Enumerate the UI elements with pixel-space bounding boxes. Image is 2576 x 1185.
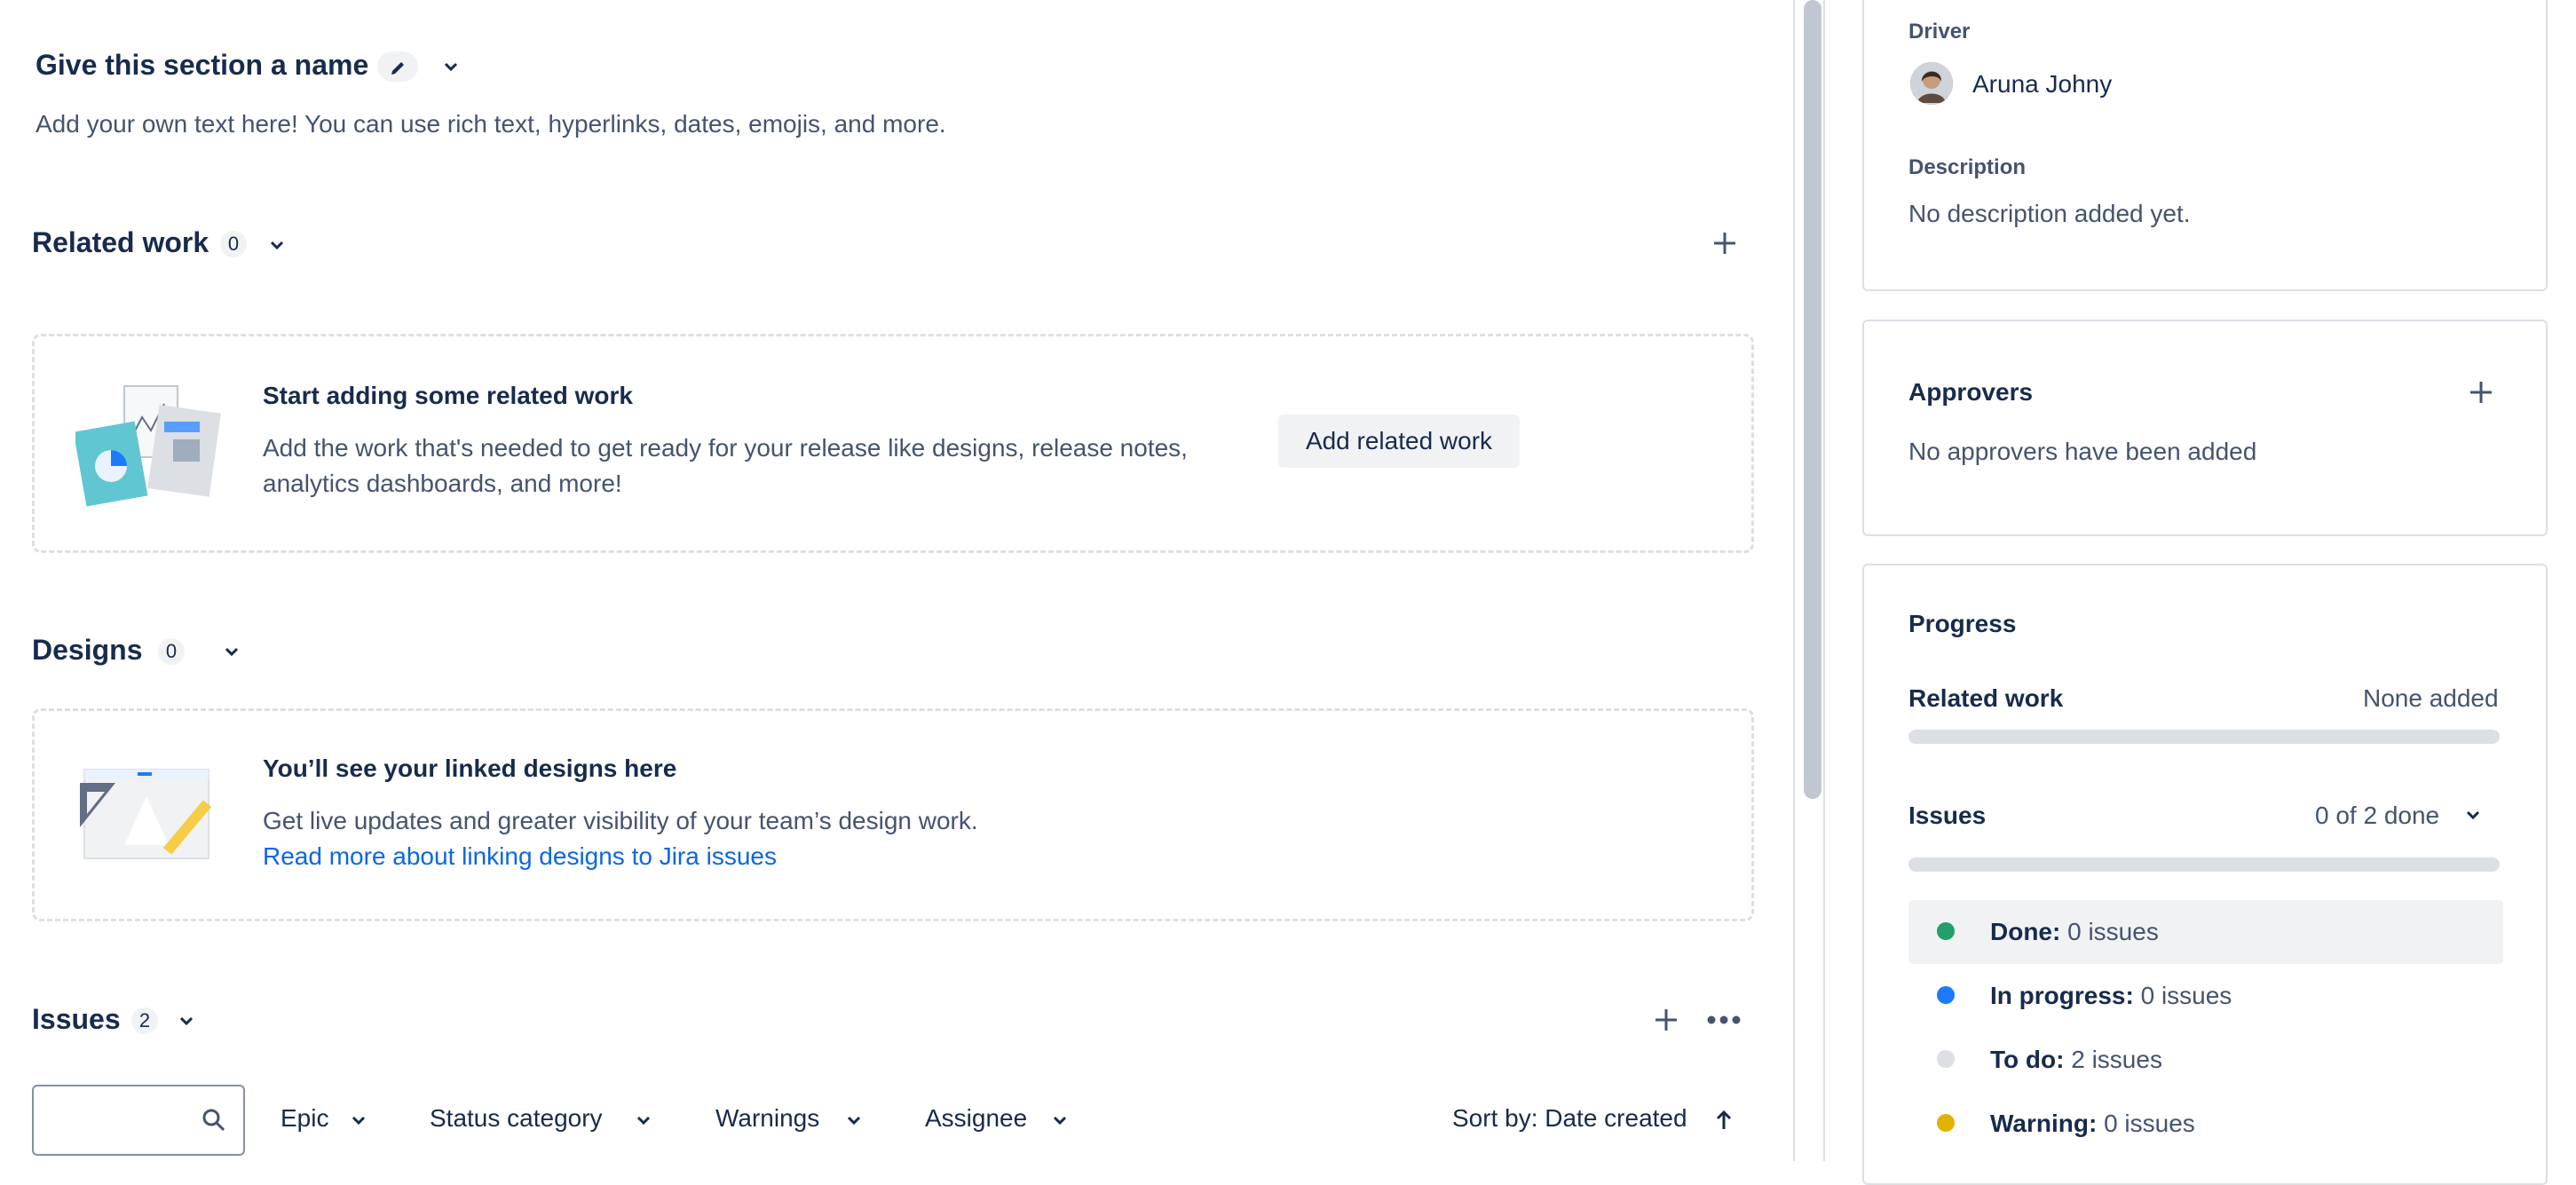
progress-title: Progress <box>1908 610 2017 637</box>
to-do-status-label: To do: <box>1990 1046 2065 1073</box>
filter-assignee[interactable]: Assignee <box>925 1104 1027 1133</box>
add-related-work-button[interactable]: Add related work <box>1278 415 1520 468</box>
designs-chevron-down-icon[interactable] <box>221 641 242 662</box>
done-status-dot <box>1937 922 1955 944</box>
progress-related-work-value: None added <box>2363 684 2499 712</box>
add-issue-plus-icon[interactable] <box>1651 1005 1681 1035</box>
progress-issues-value[interactable]: 0 of 2 done <box>2315 802 2439 830</box>
designs-empty-title: You’ll see your linked designs here <box>263 754 677 782</box>
done-status-value: 0 issues <box>2067 918 2159 945</box>
driver-name[interactable]: Aruna Johny <box>1972 70 2112 99</box>
scrollbar-thumb[interactable] <box>1804 0 1821 799</box>
in-progress-status-dot <box>1937 986 1955 1008</box>
filter-epic[interactable]: Epic <box>281 1104 328 1133</box>
warning-status-dot <box>1937 1114 1955 1136</box>
section-chevron-down-icon[interactable] <box>440 56 462 77</box>
issues-heading: Issues <box>32 1003 121 1035</box>
related-work-heading: Related work <box>32 226 209 258</box>
progress-related-work-label: Related work <box>1908 684 2064 712</box>
add-related-work-plus-icon[interactable] <box>1710 228 1740 258</box>
warning-status-label: Warning: <box>1990 1110 2098 1137</box>
description-label: Description <box>1908 155 2027 179</box>
filter-status-category[interactable]: Status category <box>430 1104 603 1133</box>
filter-warnings-label: Warnings <box>715 1104 820 1132</box>
designs-learn-more-link[interactable]: Read more about linking designs to Jira … <box>263 839 777 874</box>
in-progress-status-text: In progress: 0 issues <box>1990 982 2232 1010</box>
description-value[interactable]: No description added yet. <box>1908 200 2191 228</box>
filter-assignee-chevron-down-icon[interactable] <box>1049 1110 1071 1131</box>
filter-assignee-label: Assignee <box>925 1104 1028 1132</box>
filter-warnings[interactable]: Warnings <box>715 1104 819 1133</box>
sort-button[interactable]: Sort by: Date created <box>1452 1104 1687 1133</box>
driver-label: Driver <box>1908 20 1971 43</box>
search-icon <box>201 1107 227 1134</box>
related-work-empty-title: Start adding some related work <box>263 382 633 409</box>
warning-status-text: Warning: 0 issues <box>1990 1110 2195 1138</box>
more-actions-icon[interactable] <box>1704 1005 1743 1035</box>
designs-illustration <box>75 765 222 863</box>
filter-status-category-label: Status category <box>430 1104 603 1132</box>
divider-right <box>1823 0 1825 1161</box>
related-work-chevron-down-icon[interactable] <box>266 234 288 256</box>
filter-epic-chevron-down-icon[interactable] <box>348 1110 369 1131</box>
to-do-status-dot <box>1937 1050 1955 1072</box>
in-progress-status-label: In progress: <box>1990 982 2134 1009</box>
filter-warnings-chevron-down-icon[interactable] <box>843 1110 865 1131</box>
edit-icon[interactable] <box>377 51 418 82</box>
done-status-label: Done: <box>1990 918 2061 945</box>
designs-heading: Designs <box>32 634 143 666</box>
approvers-panel <box>1862 320 2548 536</box>
related-work-illustration <box>73 377 222 510</box>
avatar <box>1910 62 1953 105</box>
related-work-progress-bar <box>1908 730 2500 744</box>
progress-issues-label: Issues <box>1908 802 1987 829</box>
designs-count-badge: 0 <box>158 638 185 665</box>
to-do-status-value: 2 issues <box>2071 1046 2162 1073</box>
filter-epic-label: Epic <box>281 1104 329 1132</box>
to-do-status-text: To do: 2 issues <box>1990 1046 2162 1074</box>
warning-status-value: 0 issues <box>2104 1110 2195 1137</box>
filter-status-chevron-down-icon[interactable] <box>633 1110 654 1131</box>
divider <box>1793 0 1795 1161</box>
section-title: Give this section a name <box>36 49 369 81</box>
arrow-up-icon[interactable] <box>1713 1108 1734 1133</box>
sort-label: Sort by: Date created <box>1452 1104 1687 1132</box>
section-description[interactable]: Add your own text here! You can use rich… <box>36 107 946 142</box>
related-work-count-badge: 0 <box>220 231 247 257</box>
approvers-empty-text: No approvers have been added <box>1908 438 2257 465</box>
progress-issues-chevron-down-icon[interactable] <box>2462 804 2484 826</box>
in-progress-status-value: 0 issues <box>2140 982 2232 1009</box>
designs-empty-text: Get live updates and greater visibility … <box>263 807 978 834</box>
issues-count-badge: 2 <box>131 1007 158 1034</box>
related-work-empty-line2: analytics dashboards, and more! <box>263 470 622 497</box>
related-work-empty-line1: Add the work that's needed to get ready … <box>263 434 1188 462</box>
done-status-text: Done: 0 issues <box>1990 918 2159 946</box>
issues-chevron-down-icon[interactable] <box>176 1010 197 1031</box>
approvers-title: Approvers <box>1908 378 2034 406</box>
add-approver-plus-icon[interactable] <box>2466 377 2496 407</box>
issues-progress-bar <box>1908 857 2500 872</box>
